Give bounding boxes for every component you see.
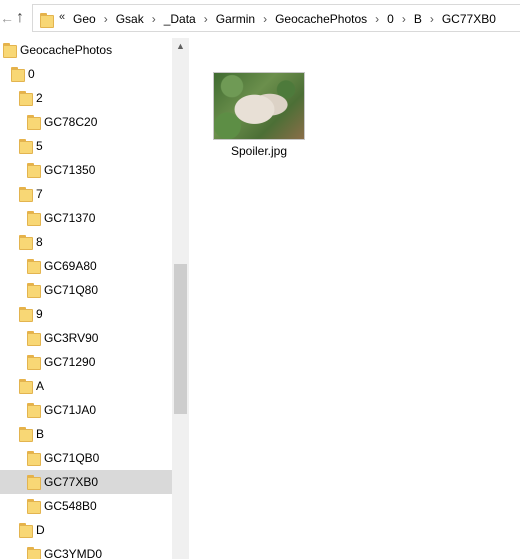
folder-icon (18, 521, 34, 539)
breadcrumb-item[interactable]: Gsak (116, 12, 144, 26)
folder-icon (39, 11, 55, 29)
tree-item[interactable]: 7 (0, 182, 172, 206)
tree-item-label: GC71JA0 (44, 403, 97, 417)
image-thumbnail-icon (213, 72, 305, 140)
tree-item[interactable]: GC71QB0 (0, 446, 172, 470)
tree-item[interactable]: A (0, 374, 172, 398)
tree-item-label: GC548B0 (44, 499, 97, 513)
tree-item[interactable]: GC71Q80 (0, 278, 172, 302)
tree-item-label: GC71Q80 (44, 283, 99, 297)
breadcrumb: Geo › Gsak › _Data › Garmin › GeocachePhotos › 0 › B… (73, 12, 496, 26)
tree-item-label: GC78C20 (44, 115, 98, 129)
folder-icon (26, 497, 42, 515)
breadcrumb-separator-icon[interactable]: › (204, 12, 208, 26)
folder-icon (18, 233, 34, 251)
tree-item[interactable]: GC71290 (0, 350, 172, 374)
tree-item[interactable]: GC71JA0 (0, 398, 172, 422)
tree-item-label: 9 (36, 307, 43, 321)
folder-icon (26, 113, 42, 131)
breadcrumb-item[interactable]: GC77XB0 (442, 12, 496, 26)
tree-item[interactable]: 9 (0, 302, 172, 326)
folder-icon (18, 305, 34, 323)
folder-icon (26, 545, 42, 559)
scroll-up-arrow-icon[interactable]: ▲ (172, 38, 189, 55)
tree-item-label: GC71370 (44, 211, 96, 225)
tree-item[interactable]: GC71370 (0, 206, 172, 230)
breadcrumb-item[interactable]: Garmin (216, 12, 255, 26)
tree-item[interactable]: D (0, 518, 172, 542)
folder-icon (18, 425, 34, 443)
folder-icon (26, 281, 42, 299)
breadcrumb-separator-icon[interactable]: › (375, 12, 379, 26)
tree-item-label: GeocachePhotos (20, 43, 113, 57)
folder-icon (10, 65, 26, 83)
tree-item[interactable]: GC3YMD0 (0, 542, 172, 559)
folder-icon (18, 137, 34, 155)
tree-item-label: GC71QB0 (44, 451, 100, 465)
tree-item[interactable]: 2 (0, 86, 172, 110)
breadcrumb-separator-icon[interactable]: › (104, 12, 108, 26)
file-name: Spoiler.jpg (230, 144, 288, 158)
navigation-tree[interactable]: GeocachePhotos 0 2 GC78C20 5 GC71350 7 GC71370 8… (0, 38, 172, 559)
folder-icon (18, 185, 34, 203)
tree-scrollbar[interactable]: ▲ (172, 38, 189, 559)
tree-item[interactable]: GC548B0 (0, 494, 172, 518)
breadcrumb-separator-icon[interactable]: › (430, 12, 434, 26)
tree-item[interactable]: 0 (0, 62, 172, 86)
tree-item[interactable]: 5 (0, 134, 172, 158)
tree-item-label: 8 (36, 235, 43, 249)
breadcrumb-separator-icon[interactable]: › (402, 12, 406, 26)
breadcrumb-overflow-chevron[interactable]: « (59, 11, 65, 23)
tree-item[interactable]: GC69A80 (0, 254, 172, 278)
breadcrumb-separator-icon[interactable]: › (152, 12, 156, 26)
folder-icon (18, 89, 34, 107)
tree-item-label: GC3YMD0 (44, 547, 103, 559)
folder-icon (26, 209, 42, 227)
folder-icon (26, 473, 42, 491)
breadcrumb-item[interactable]: 0 (387, 12, 394, 26)
tree-item-label: 7 (36, 187, 43, 201)
tree-item-label: GC69A80 (44, 259, 97, 273)
breadcrumb-item[interactable]: Geo (73, 12, 96, 26)
tree-item-label: A (36, 379, 45, 393)
scrollbar-thumb[interactable] (174, 264, 187, 414)
file-list-pane[interactable]: Spoiler.jpg (189, 38, 520, 559)
folder-icon (18, 377, 34, 395)
tree-item-label: GC77XB0 (44, 475, 99, 489)
tree-item[interactable]: GC78C20 (0, 110, 172, 134)
tree-item-label: 5 (36, 139, 43, 153)
folder-icon (26, 257, 42, 275)
folder-icon (26, 161, 42, 179)
tree-item-label: D (36, 523, 45, 537)
folder-icon (2, 41, 18, 59)
tree-item-label: GC3RV90 (44, 331, 99, 345)
tree-item[interactable]: B (0, 422, 172, 446)
folder-icon (26, 353, 42, 371)
folder-icon (26, 401, 42, 419)
tree-item[interactable]: GeocachePhotos (0, 38, 172, 62)
tree-item[interactable]: GC71350 (0, 158, 172, 182)
address-bar-row: ← ↑ « Geo › Gsak › _Data › Garmin › GeocachePhot… (0, 0, 520, 36)
folder-icon (26, 449, 42, 467)
breadcrumb-item[interactable]: B (414, 12, 422, 26)
tree-item-label: GC71350 (44, 163, 96, 177)
tree-item[interactable]: GC77XB0 (0, 470, 172, 494)
file-item-spoiler[interactable]: Spoiler.jpg (213, 72, 305, 164)
tree-item-label: GC71290 (44, 355, 96, 369)
folder-icon (26, 329, 42, 347)
breadcrumb-item[interactable]: _Data (164, 12, 196, 26)
tree-item[interactable]: GC3RV90 (0, 326, 172, 350)
tree-item-label: B (36, 427, 45, 441)
tree-item-label: 0 (28, 67, 35, 81)
tree-item-label: 2 (36, 91, 43, 105)
address-bar[interactable]: « Geo › Gsak › _Data › Garmin › GeocachePhotos › 0… (32, 4, 520, 32)
up-arrow-icon[interactable]: ↑ (11, 9, 29, 27)
breadcrumb-item[interactable]: GeocachePhotos (275, 12, 367, 26)
breadcrumb-separator-icon[interactable]: › (263, 12, 267, 26)
tree-item[interactable]: 8 (0, 230, 172, 254)
